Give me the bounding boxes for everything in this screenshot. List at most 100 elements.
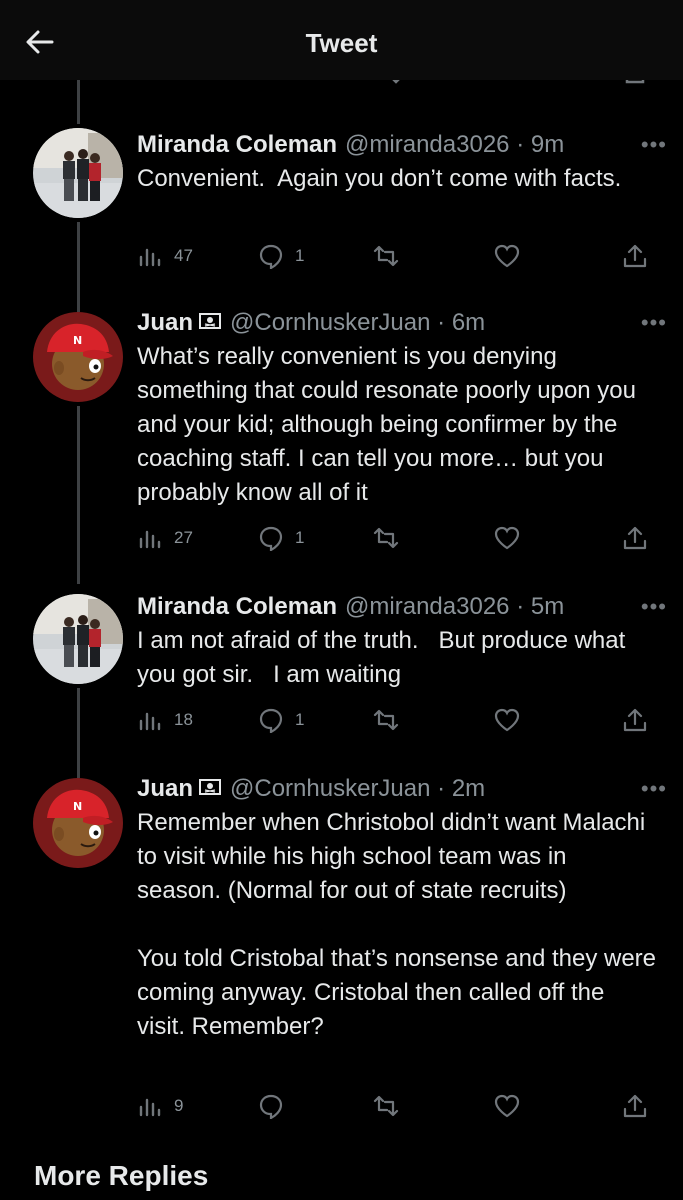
family-photo-avatar-icon bbox=[33, 594, 123, 684]
user-handle[interactable]: @CornhuskerJuan · 2m bbox=[230, 775, 485, 802]
share-icon bbox=[623, 1094, 647, 1118]
like-button[interactable] bbox=[494, 1086, 520, 1126]
views-button[interactable]: 9 bbox=[137, 1086, 183, 1126]
display-name[interactable]: Miranda Coleman bbox=[137, 131, 337, 158]
avatar[interactable]: N bbox=[33, 312, 123, 402]
reply-button[interactable]: 1 bbox=[258, 518, 304, 558]
display-name[interactable]: Juan bbox=[137, 309, 193, 336]
tweet-text: Convenient. Again you don’t come with fa… bbox=[137, 165, 622, 192]
reply-button[interactable] bbox=[258, 1086, 295, 1126]
views-icon bbox=[139, 712, 161, 731]
handle-text: @CornhuskerJuan bbox=[230, 775, 431, 802]
svg-text:N: N bbox=[73, 334, 82, 347]
avatar[interactable] bbox=[33, 594, 123, 684]
reply-count: 1 bbox=[295, 528, 305, 547]
share-button[interactable] bbox=[622, 1086, 648, 1126]
reply-count: 1 bbox=[295, 246, 305, 265]
tweet-header: Juan @CornhuskerJuan · 6m ••• bbox=[137, 306, 666, 340]
separator: · bbox=[516, 131, 525, 158]
heart-icon bbox=[494, 1094, 520, 1118]
more-options-icon[interactable]: ••• bbox=[641, 128, 667, 162]
more-options-icon[interactable]: ••• bbox=[641, 306, 667, 340]
thread-line bbox=[77, 80, 80, 124]
retweet-button[interactable] bbox=[373, 518, 399, 558]
action-bar: 47 1 bbox=[137, 236, 657, 276]
tweet-header: Miranda Coleman @miranda3026 · 5m ••• bbox=[137, 590, 666, 624]
tweet-text: What’s really convenient is you denying … bbox=[137, 343, 643, 506]
more-options-icon[interactable]: ••• bbox=[641, 772, 667, 806]
svg-text:N: N bbox=[73, 800, 82, 813]
like-button[interactable] bbox=[494, 700, 520, 740]
heart-icon bbox=[494, 708, 520, 732]
more-options-icon[interactable]: ••• bbox=[641, 590, 667, 624]
views-button[interactable]: 27 bbox=[137, 518, 193, 558]
timestamp: 5m bbox=[530, 593, 565, 620]
retweet-icon bbox=[373, 1095, 399, 1117]
reply-button[interactable]: 1 bbox=[258, 236, 304, 276]
separator: · bbox=[516, 593, 525, 620]
retweet-button[interactable] bbox=[373, 236, 399, 276]
more-replies-heading[interactable]: More Replies bbox=[34, 1160, 208, 1192]
heart-icon bbox=[494, 526, 520, 550]
handle-text: @miranda3026 bbox=[345, 131, 510, 158]
reply-button[interactable]: 1 bbox=[258, 700, 304, 740]
reply-count: 1 bbox=[295, 710, 305, 729]
thread-line bbox=[77, 222, 80, 312]
separator: · bbox=[437, 309, 446, 336]
timestamp: 6m bbox=[451, 309, 486, 336]
tweet-text: Remember when Christobol didn’t want Mal… bbox=[137, 809, 657, 1040]
tweet-header: Juan @CornhuskerJuan · 2m ••• bbox=[137, 772, 666, 806]
views-count: 9 bbox=[174, 1096, 184, 1115]
reply-icon bbox=[259, 244, 283, 269]
thread-line bbox=[77, 688, 80, 778]
action-bar: 18 1 bbox=[137, 700, 657, 740]
views-count: 47 bbox=[174, 246, 193, 265]
pirate-flag-icon bbox=[198, 309, 222, 331]
reply-icon bbox=[259, 708, 283, 733]
share-icon bbox=[623, 526, 647, 550]
avatar[interactable] bbox=[33, 128, 123, 218]
heart-icon bbox=[494, 244, 520, 268]
reply-icon bbox=[259, 1094, 283, 1119]
user-handle[interactable]: @miranda3026 · 9m bbox=[345, 131, 564, 158]
display-name[interactable]: Miranda Coleman bbox=[137, 593, 337, 620]
retweet-icon bbox=[373, 245, 399, 267]
views-button[interactable]: 18 bbox=[137, 700, 193, 740]
views-button[interactable]: 47 bbox=[137, 236, 193, 276]
share-button[interactable] bbox=[622, 518, 648, 558]
cartoon-cap-avatar-icon: N bbox=[33, 312, 123, 402]
tweet-header: Miranda Coleman @miranda3026 · 9m ••• bbox=[137, 128, 666, 162]
separator: · bbox=[437, 775, 446, 802]
user-handle[interactable]: @CornhuskerJuan · 6m bbox=[230, 309, 485, 336]
retweet-button[interactable] bbox=[373, 700, 399, 740]
avatar[interactable]: N bbox=[33, 778, 123, 868]
views-icon bbox=[139, 1098, 161, 1117]
tweet-text: I am not afraid of the truth. But produc… bbox=[137, 627, 632, 688]
views-count: 18 bbox=[174, 710, 193, 729]
action-bar: 9 bbox=[137, 1086, 657, 1126]
share-button[interactable] bbox=[622, 700, 648, 740]
share-icon bbox=[623, 708, 647, 732]
handle-text: @miranda3026 bbox=[345, 593, 510, 620]
cartoon-cap-avatar-icon: N bbox=[33, 778, 123, 868]
top-bar: Tweet bbox=[0, 0, 683, 80]
thread-line bbox=[77, 406, 80, 584]
views-icon bbox=[139, 248, 161, 267]
pirate-flag-icon bbox=[198, 775, 222, 797]
views-count: 27 bbox=[174, 528, 193, 547]
display-name[interactable]: Juan bbox=[137, 775, 193, 802]
views-icon bbox=[139, 530, 161, 549]
family-photo-avatar-icon bbox=[33, 128, 123, 218]
handle-text: @CornhuskerJuan bbox=[230, 309, 431, 336]
retweet-button[interactable] bbox=[373, 1086, 399, 1126]
share-button[interactable] bbox=[622, 236, 648, 276]
like-button[interactable] bbox=[494, 518, 520, 558]
share-icon bbox=[623, 244, 647, 268]
action-bar: 27 1 bbox=[137, 518, 657, 558]
like-button[interactable] bbox=[494, 236, 520, 276]
timestamp: 9m bbox=[530, 131, 565, 158]
retweet-icon bbox=[373, 527, 399, 549]
timestamp: 2m bbox=[451, 775, 486, 802]
page-title: Tweet bbox=[305, 28, 378, 58]
user-handle[interactable]: @miranda3026 · 5m bbox=[345, 593, 564, 620]
